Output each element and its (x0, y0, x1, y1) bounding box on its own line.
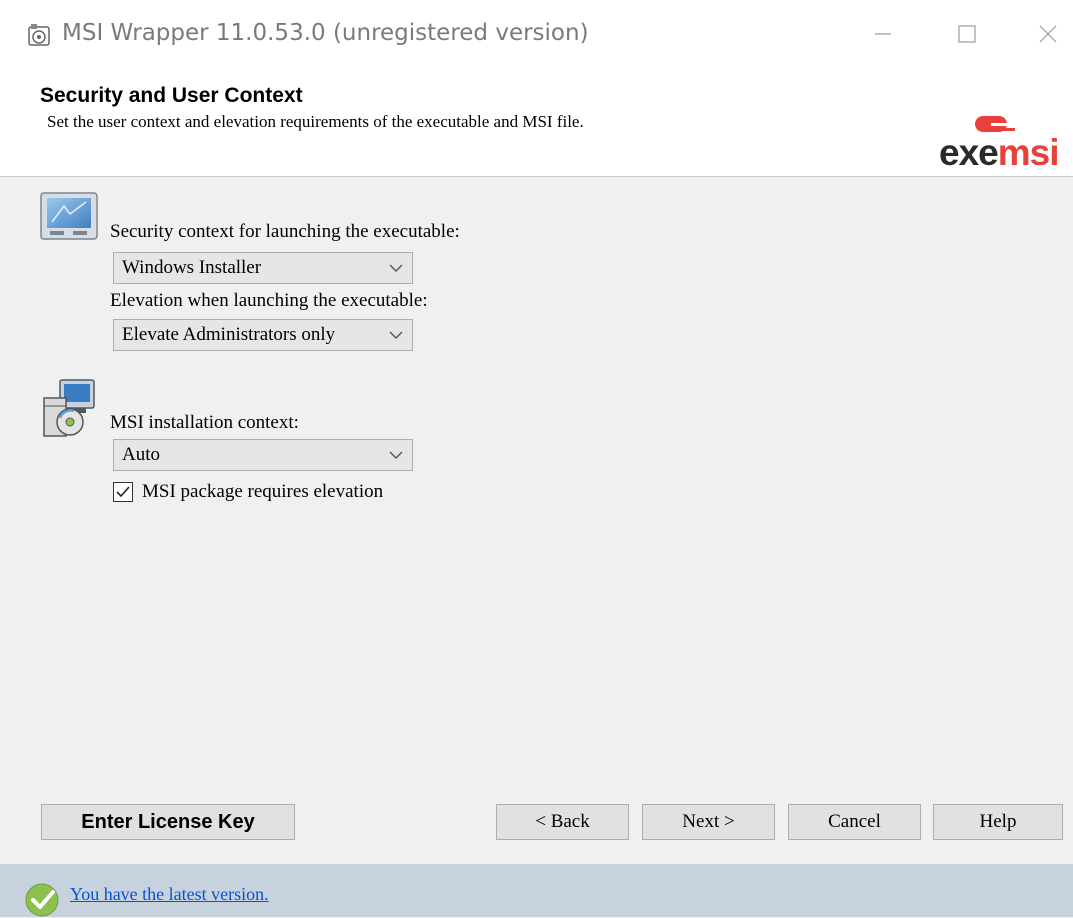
msi-wrapper-window: MSI Wrapper 11.0.53.0 (unregistered vers… (0, 0, 1073, 917)
msi-context-select[interactable]: Auto (113, 439, 413, 471)
exemsi-logo: exemsi (925, 114, 1073, 174)
maximize-button[interactable] (942, 14, 992, 54)
requires-elevation-label[interactable]: MSI package requires elevation (142, 481, 383, 503)
minimize-button[interactable] (858, 14, 908, 54)
chevron-down-icon (389, 264, 403, 272)
chevron-down-icon (389, 451, 403, 459)
logo-wordmark: exemsi (939, 132, 1059, 173)
help-button[interactable]: Help (933, 804, 1063, 840)
chevron-down-icon (389, 331, 403, 339)
cancel-button[interactable]: Cancel (788, 804, 921, 840)
security-context-label: Security context for launching the execu… (110, 221, 460, 242)
security-context-value: Windows Installer (122, 257, 262, 278)
app-icon (28, 24, 50, 46)
page-title: Security and User Context (40, 84, 303, 107)
checkmark-icon (116, 486, 130, 498)
security-context-select[interactable]: Windows Installer (113, 252, 413, 284)
monitor-icon (40, 192, 98, 240)
logo-mark-icon (975, 116, 1015, 132)
elevation-value: Elevate Administrators only (122, 324, 336, 345)
page-subtitle: Set the user context and elevation requi… (47, 112, 584, 131)
back-button[interactable]: < Back (496, 804, 629, 840)
close-button[interactable] (1023, 14, 1073, 54)
check-circle-icon (25, 883, 59, 917)
enter-license-key-button[interactable]: Enter License Key (41, 804, 295, 840)
title-bar: MSI Wrapper 11.0.53.0 (unregistered vers… (0, 0, 1073, 76)
elevation-select[interactable]: Elevate Administrators only (113, 319, 413, 351)
latest-version-link[interactable]: You have the latest version. (70, 884, 269, 905)
requires-elevation-checkbox[interactable] (113, 482, 133, 502)
page-header: Security and User Context Set the user c… (0, 76, 1073, 177)
elevation-label: Elevation when launching the executable: (110, 290, 428, 311)
next-button[interactable]: Next > (642, 804, 775, 840)
msi-context-label: MSI installation context: (110, 412, 299, 433)
msi-installer-icon (43, 379, 95, 437)
window-title: MSI Wrapper 11.0.53.0 (unregistered vers… (62, 20, 589, 46)
msi-context-value: Auto (122, 444, 160, 465)
